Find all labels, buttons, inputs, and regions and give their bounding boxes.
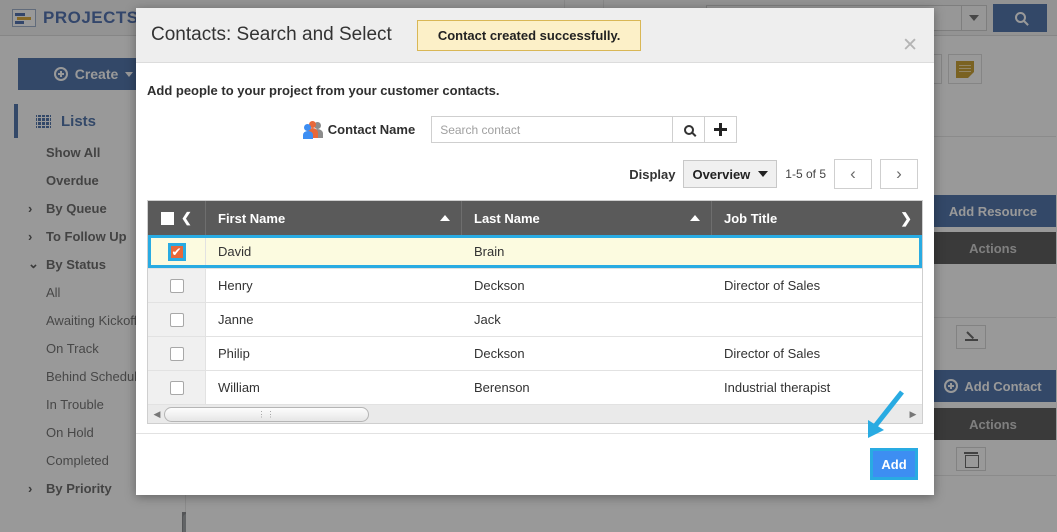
cell-job-title — [712, 303, 922, 336]
row-checkbox[interactable] — [169, 380, 184, 395]
search-contact-button[interactable] — [673, 116, 706, 143]
cell-last-name: Deckson — [474, 346, 525, 361]
column-header-label: Last Name — [474, 210, 540, 226]
table-row[interactable]: Henry Deckson Director of Sales — [148, 269, 922, 303]
cell-first-name: Janne — [218, 312, 254, 327]
add-button-label: Add — [881, 456, 907, 472]
contact-search-row: Contact Name Search contact — [136, 116, 934, 143]
search-icon — [683, 124, 694, 135]
next-page-button[interactable]: › — [880, 159, 918, 189]
cell-first-name: William — [218, 380, 260, 395]
search-contact-input[interactable]: Search contact — [431, 116, 674, 143]
contacts-modal: Contacts: Search and Select Contact crea… — [136, 8, 934, 495]
row-checkbox[interactable] — [169, 278, 184, 293]
cell-first-name: Henry — [218, 278, 253, 293]
cell-last-name: Deckson — [474, 278, 525, 293]
add-button[interactable]: Add — [870, 448, 918, 480]
table-horizontal-scrollbar[interactable]: ◀ ⋮⋮ ▶ — [147, 405, 923, 424]
column-header-label: Job Title — [724, 210, 778, 226]
select-all-cell[interactable]: ❮ — [148, 201, 206, 235]
sort-asc-icon — [690, 215, 700, 221]
column-header-label: First Name — [218, 210, 286, 226]
cell-job-title — [712, 235, 922, 268]
display-select[interactable]: Overview — [683, 160, 778, 188]
modal-header: Contacts: Search and Select Contact crea… — [136, 8, 934, 63]
table-header-row: ❮ First Name Last Name Job Title ❯ — [148, 201, 922, 235]
scrollbar-track[interactable]: ⋮⋮ — [164, 406, 906, 422]
row-checkbox-cell[interactable] — [148, 371, 206, 404]
row-checkbox[interactable] — [169, 346, 184, 361]
table-row[interactable]: William Berenson Industrial therapist — [148, 371, 922, 405]
modal-subtitle: Add people to your project from your cus… — [147, 83, 500, 98]
contact-name-label-text: Contact Name — [327, 122, 416, 137]
display-controls: Display Overview 1-5 of 5 ‹ › — [136, 159, 934, 189]
select-all-checkbox[interactable] — [161, 211, 175, 225]
table-row[interactable]: David Brain — [148, 235, 922, 269]
cell-first-name: Philip — [218, 346, 250, 361]
display-select-value: Overview — [692, 166, 751, 182]
contacts-table: ❮ First Name Last Name Job Title ❯ David… — [147, 200, 923, 405]
table-body: David Brain Henry Deckson Director of Sales J… — [148, 235, 922, 405]
result-count: 1-5 of 5 — [785, 167, 826, 181]
column-header-last-name[interactable]: Last Name — [462, 201, 712, 235]
column-header-first-name[interactable]: First Name — [206, 201, 462, 235]
pointer-arrow-icon — [868, 390, 904, 438]
column-header-job-title[interactable]: Job Title ❯ — [712, 201, 922, 235]
sort-asc-icon — [440, 215, 450, 221]
cell-last-name: Brain — [474, 244, 505, 259]
table-row[interactable]: Janne Jack — [148, 303, 922, 337]
contacts-people-icon — [302, 120, 325, 139]
expand-columns-icon[interactable]: ❯ — [900, 210, 912, 227]
row-checkbox[interactable] — [169, 312, 184, 327]
display-label: Display — [629, 166, 676, 182]
collapse-columns-icon[interactable]: ❮ — [181, 210, 192, 226]
cell-first-name: David — [218, 244, 252, 259]
scrollbar-thumb[interactable]: ⋮⋮ — [164, 406, 369, 422]
screen: PROJECTS search projects — [0, 0, 1057, 532]
row-checkbox-cell[interactable] — [148, 235, 206, 268]
cell-last-name: Berenson — [474, 380, 530, 395]
scroll-left-icon[interactable]: ◀ — [150, 409, 164, 420]
row-checkbox-cell[interactable] — [148, 303, 206, 336]
row-checkbox-cell[interactable] — [148, 269, 206, 302]
row-checkbox-checked[interactable] — [167, 242, 186, 261]
contact-name-label: Contact Name — [302, 120, 416, 139]
add-contact-inline-button[interactable] — [705, 116, 738, 143]
row-checkbox-cell[interactable] — [148, 337, 206, 370]
modal-footer: Add — [136, 390, 934, 495]
prev-page-button[interactable]: ‹ — [834, 159, 872, 189]
close-icon[interactable]: ✕ — [902, 36, 918, 55]
plus-icon — [714, 123, 728, 136]
table-row[interactable]: Philip Deckson Director of Sales — [148, 337, 922, 371]
cell-last-name: Jack — [474, 312, 501, 327]
chevron-down-icon — [758, 171, 769, 177]
cell-job-title: Director of Sales — [724, 278, 821, 293]
modal-title: Contacts: Search and Select — [151, 24, 392, 45]
success-toast: Contact created successfully. — [416, 19, 642, 51]
cell-job-title: Director of Sales — [724, 346, 821, 361]
